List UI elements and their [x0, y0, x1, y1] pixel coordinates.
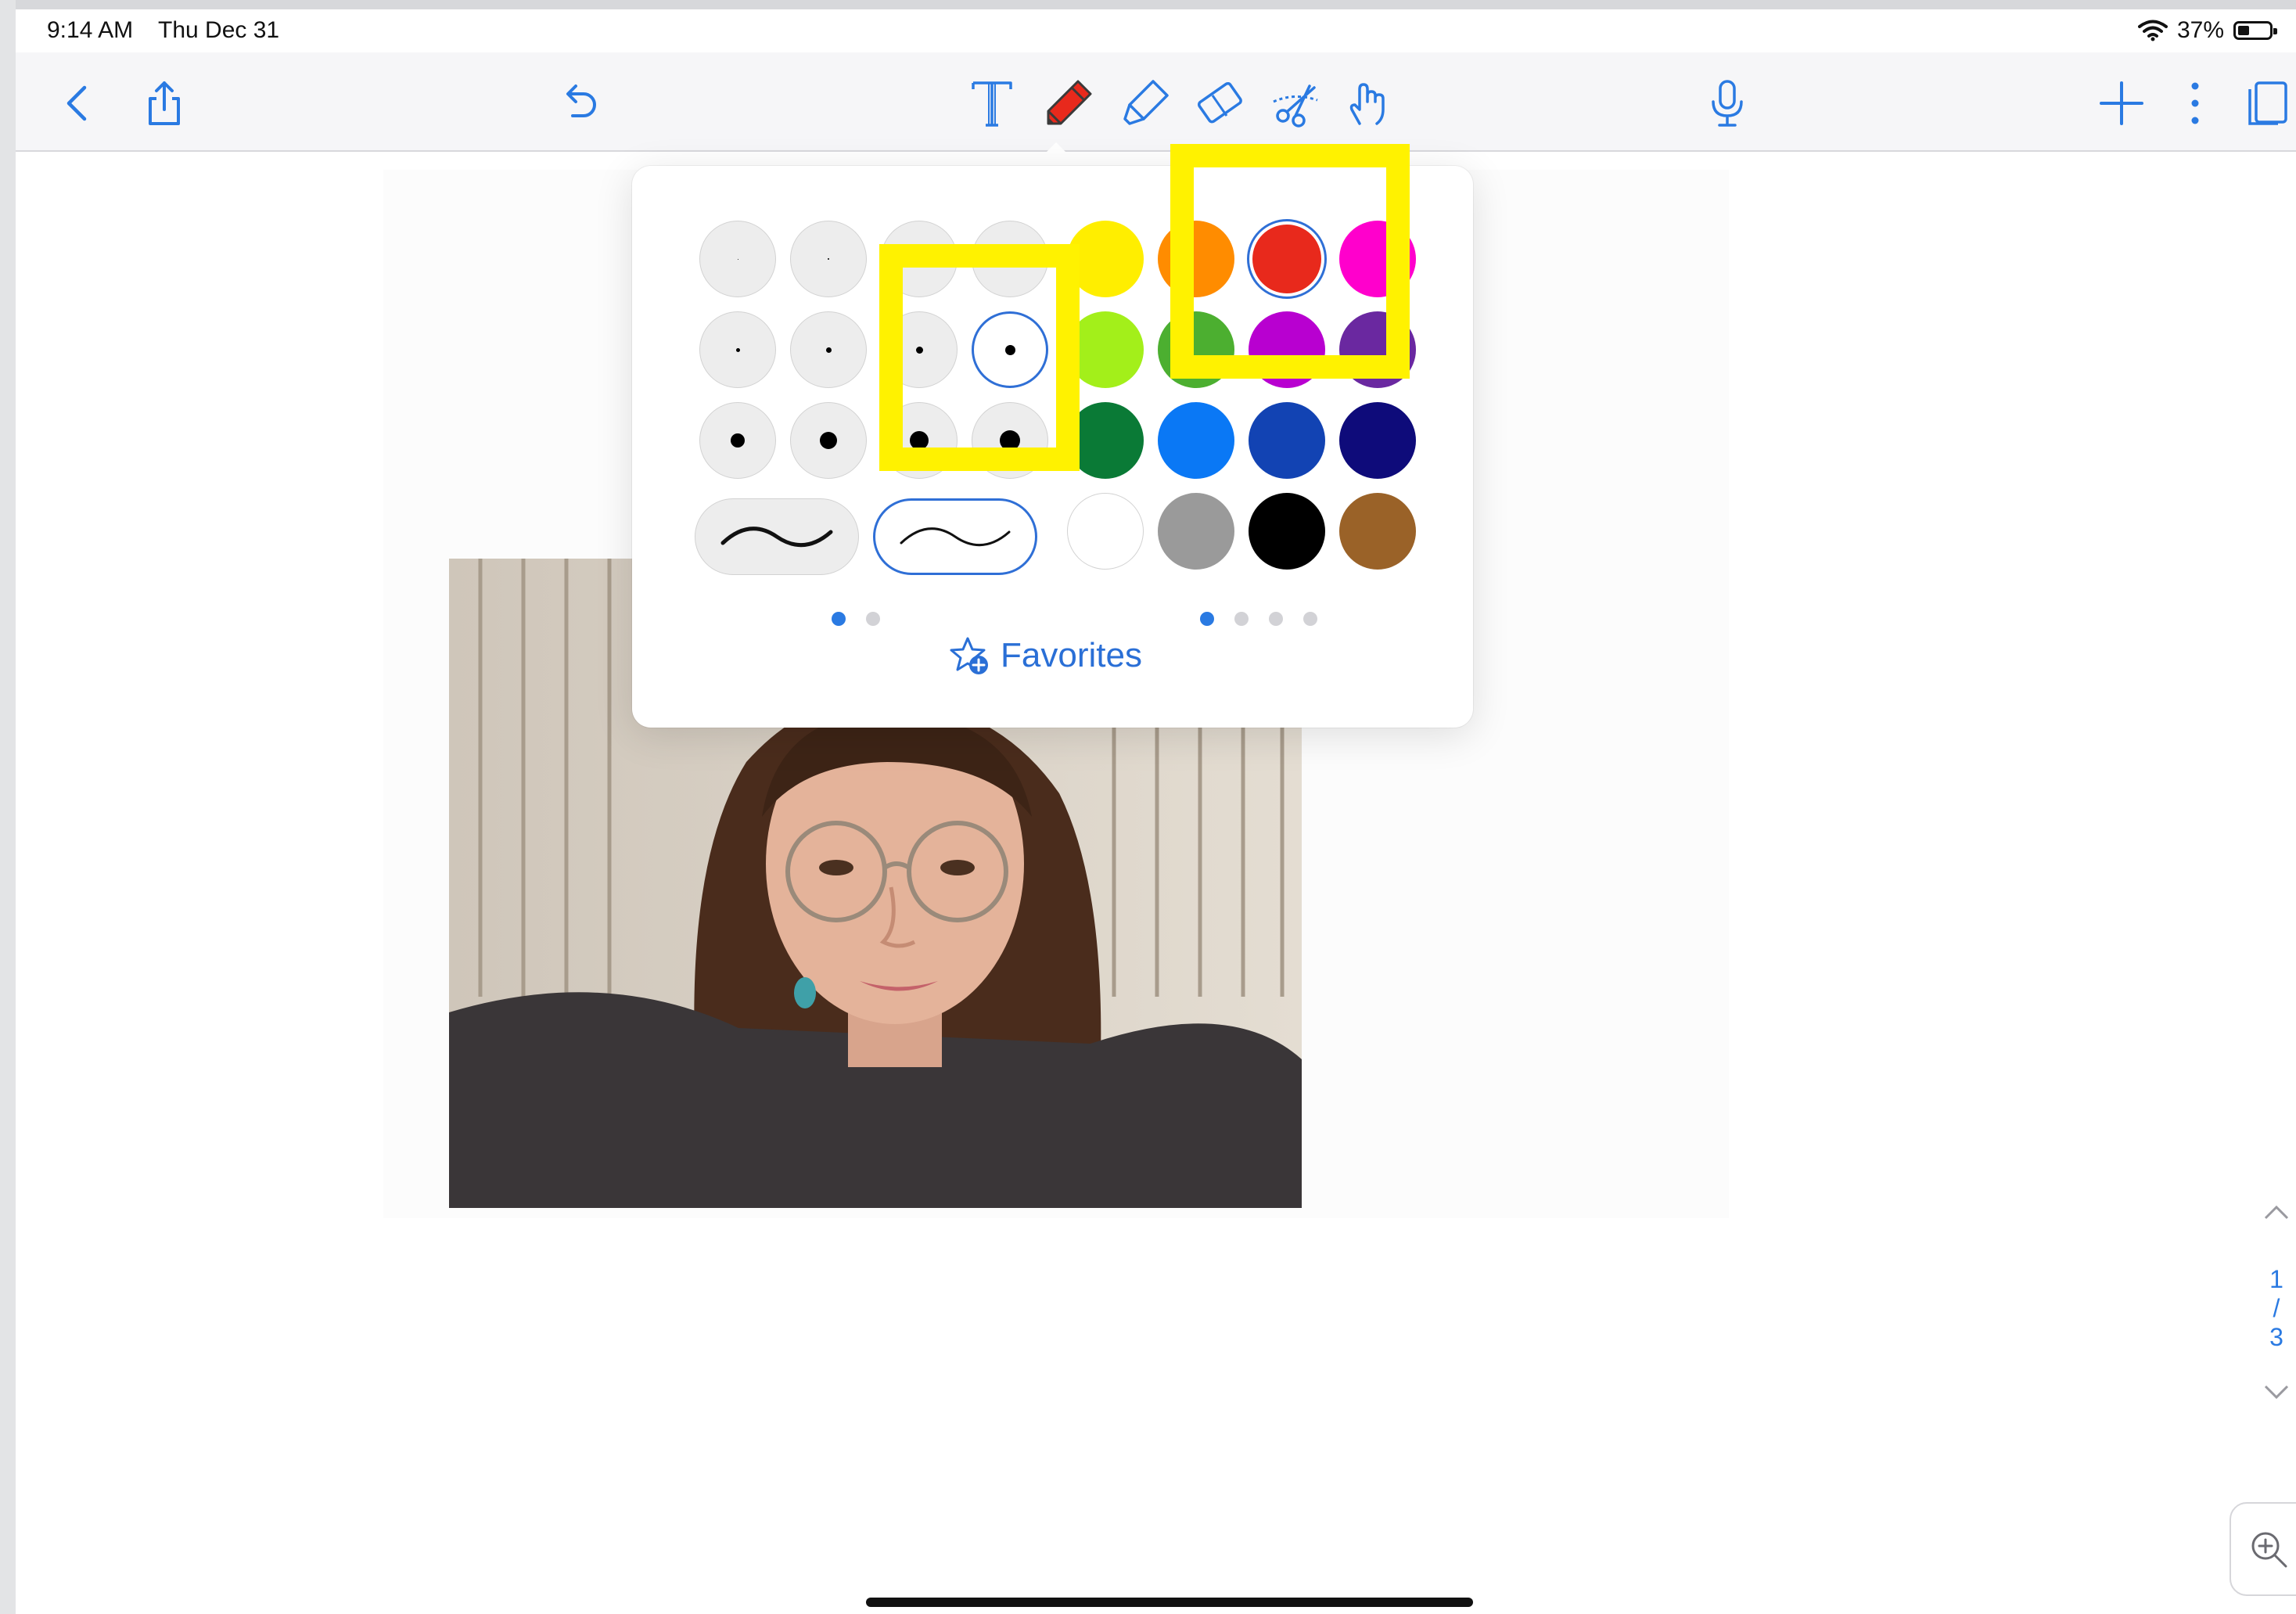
- battery-fill: [2238, 26, 2249, 35]
- color-swatch[interactable]: [1339, 493, 1416, 570]
- page-dot[interactable]: [1200, 612, 1214, 626]
- ipad-screen: 9:14 AM Thu Dec 31 37% Favorites 1 / 3: [16, 9, 2296, 1614]
- back-icon: [66, 85, 87, 121]
- toolbar: [16, 52, 2296, 152]
- page-dot[interactable]: [1269, 612, 1283, 626]
- back-button[interactable]: [47, 72, 110, 135]
- microphone-button[interactable]: [1696, 72, 1759, 135]
- highlight-box-pen-size: [879, 244, 1080, 471]
- lasso-scissors-icon: [1273, 84, 1318, 128]
- eraser-tool-button[interactable]: [1189, 72, 1252, 135]
- color-swatch[interactable]: [1067, 493, 1144, 570]
- page-scroller: 1 / 3: [2253, 1199, 2296, 1407]
- pen-size-option[interactable]: [790, 221, 867, 297]
- pen-size-dot: [825, 347, 832, 353]
- device-bezel-left: [0, 0, 16, 1614]
- highlighter-tool-icon: [1123, 80, 1169, 125]
- color-swatch[interactable]: [1339, 402, 1416, 479]
- pen-tool-button[interactable]: [1037, 72, 1100, 135]
- page-dot[interactable]: [1234, 612, 1249, 626]
- status-right: 37%: [2137, 17, 2277, 44]
- home-indicator[interactable]: [866, 1598, 1473, 1607]
- add-icon: [2100, 81, 2143, 125]
- status-date: Thu Dec 31: [158, 17, 280, 43]
- undo-icon: [566, 84, 596, 117]
- text-tool-button[interactable]: [961, 72, 1023, 135]
- pages-icon: [2248, 81, 2287, 125]
- battery-tip: [2273, 28, 2277, 34]
- microphone-icon: [1712, 80, 1743, 127]
- popover-arrow: [1031, 142, 1081, 167]
- pen-size-dot: [735, 347, 740, 352]
- stroke-style-smooth[interactable]: [695, 498, 859, 575]
- more-icon: [2191, 82, 2199, 124]
- page-up-icon[interactable]: [2262, 1204, 2291, 1221]
- device-bezel-top: [0, 0, 2296, 9]
- zoom-in-icon: [2251, 1532, 2287, 1568]
- pen-size-option[interactable]: [790, 402, 867, 479]
- hand-pointer-icon: [1349, 83, 1385, 125]
- pen-size-option[interactable]: [699, 402, 776, 479]
- pen-tool-icon: [1047, 80, 1092, 125]
- pen-size-option[interactable]: [790, 311, 867, 388]
- page-down-icon[interactable]: [2262, 1383, 2291, 1400]
- smooth-stroke-icon: [720, 527, 833, 548]
- status-time: 9:14 AM: [47, 17, 134, 43]
- star-add-icon: [950, 637, 988, 674]
- pen-size-dot: [731, 433, 745, 448]
- add-button[interactable]: [2090, 72, 2153, 135]
- pen-size-option[interactable]: [699, 221, 776, 297]
- highlighter-tool-button[interactable]: [1114, 72, 1177, 135]
- pen-size-dot: [828, 258, 829, 260]
- zoom-button[interactable]: [2230, 1502, 2296, 1596]
- pen-size-option[interactable]: [699, 311, 776, 388]
- pen-size-dot: [820, 432, 837, 449]
- hand-tool-button[interactable]: [1338, 72, 1400, 135]
- color-swatch[interactable]: [1158, 493, 1234, 570]
- battery-icon: [2233, 21, 2277, 40]
- share-button[interactable]: [133, 72, 196, 135]
- page-separator: /: [2273, 1294, 2280, 1322]
- page-dot[interactable]: [866, 612, 880, 626]
- color-swatch[interactable]: [1249, 402, 1325, 479]
- color-swatch[interactable]: [1158, 402, 1234, 479]
- page-dot[interactable]: [832, 612, 846, 626]
- text-tool-icon: [972, 81, 1012, 127]
- share-icon: [149, 81, 180, 125]
- more-button[interactable]: [2164, 72, 2226, 135]
- lasso-tool-button[interactable]: [1264, 72, 1327, 135]
- wifi-icon: [2137, 20, 2168, 41]
- pages-button[interactable]: [2236, 72, 2296, 135]
- color-swatch[interactable]: [1249, 493, 1325, 570]
- total-pages: 3: [2269, 1323, 2283, 1351]
- undo-button[interactable]: [548, 72, 610, 135]
- highlight-box-pen-color: [1170, 144, 1410, 379]
- thin-stroke-icon: [900, 527, 1011, 547]
- eraser-tool-icon: [1197, 81, 1242, 124]
- favorites-label: Favorites: [1001, 636, 1142, 674]
- page-dot[interactable]: [1303, 612, 1317, 626]
- current-page: 1: [2269, 1265, 2283, 1293]
- stroke-style-thin[interactable]: [873, 498, 1037, 575]
- battery-percent: 37%: [2176, 17, 2224, 43]
- favorites-button[interactable]: Favorites: [949, 635, 1142, 676]
